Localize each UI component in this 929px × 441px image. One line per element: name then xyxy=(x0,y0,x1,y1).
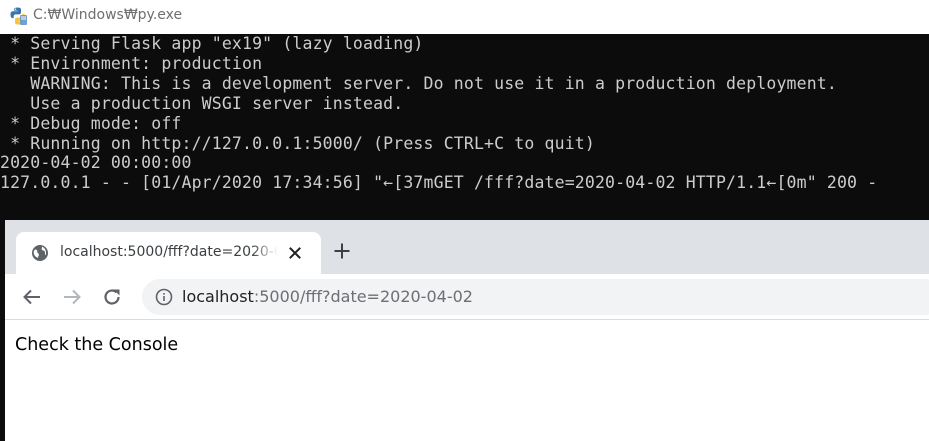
address-bar[interactable]: localhost:5000/fff?date=2020-04-02 xyxy=(142,279,929,315)
tab-title: localhost:5000/fff?date=2020-04-02 xyxy=(60,244,278,260)
console-output: * Serving Flask app "ex19" (lazy loading… xyxy=(0,34,929,220)
reload-icon[interactable] xyxy=(100,285,124,309)
console-line: * Debug mode: off xyxy=(0,114,182,133)
console-line: Use a production WSGI server instead. xyxy=(0,94,404,113)
console-line: 2020-04-02 00:00:00 xyxy=(0,153,192,172)
url-host: localhost xyxy=(182,287,254,306)
console-line: 127.0.0.1 - - [01/Apr/2020 17:34:56] "←[… xyxy=(0,173,878,192)
arrow-right-icon[interactable] xyxy=(60,285,84,309)
console-line: * Running on http://127.0.0.1:5000/ (Pre… xyxy=(0,134,595,153)
close-icon[interactable] xyxy=(285,243,305,263)
url-text: localhost:5000/fff?date=2020-04-02 xyxy=(182,287,473,306)
url-path: :5000/fff?date=2020-04-02 xyxy=(253,287,473,306)
arrow-left-icon[interactable] xyxy=(20,285,44,309)
page-content: Check the Console xyxy=(5,320,929,441)
console-window-title: C:₩Windows₩py.exe xyxy=(33,7,183,23)
plus-icon[interactable] xyxy=(331,240,353,262)
console-titlebar: C:₩Windows₩py.exe xyxy=(0,0,929,34)
console-line: * Environment: production xyxy=(0,54,263,73)
browser-toolbar: localhost:5000/fff?date=2020-04-02 xyxy=(5,274,929,320)
page-message: Check the Console xyxy=(15,335,179,355)
browser-window: localhost:5000/fff?date=2020-04-02 xyxy=(5,220,929,441)
tab-strip: localhost:5000/fff?date=2020-04-02 xyxy=(5,220,929,274)
console-line: * Serving Flask app "ex19" (lazy loading… xyxy=(0,34,424,53)
console-line: WARNING: This is a development server. D… xyxy=(0,74,837,93)
python-icon xyxy=(8,6,28,26)
info-icon[interactable] xyxy=(155,288,173,306)
globe-icon xyxy=(31,244,49,262)
browser-tab[interactable]: localhost:5000/fff?date=2020-04-02 xyxy=(16,232,321,274)
